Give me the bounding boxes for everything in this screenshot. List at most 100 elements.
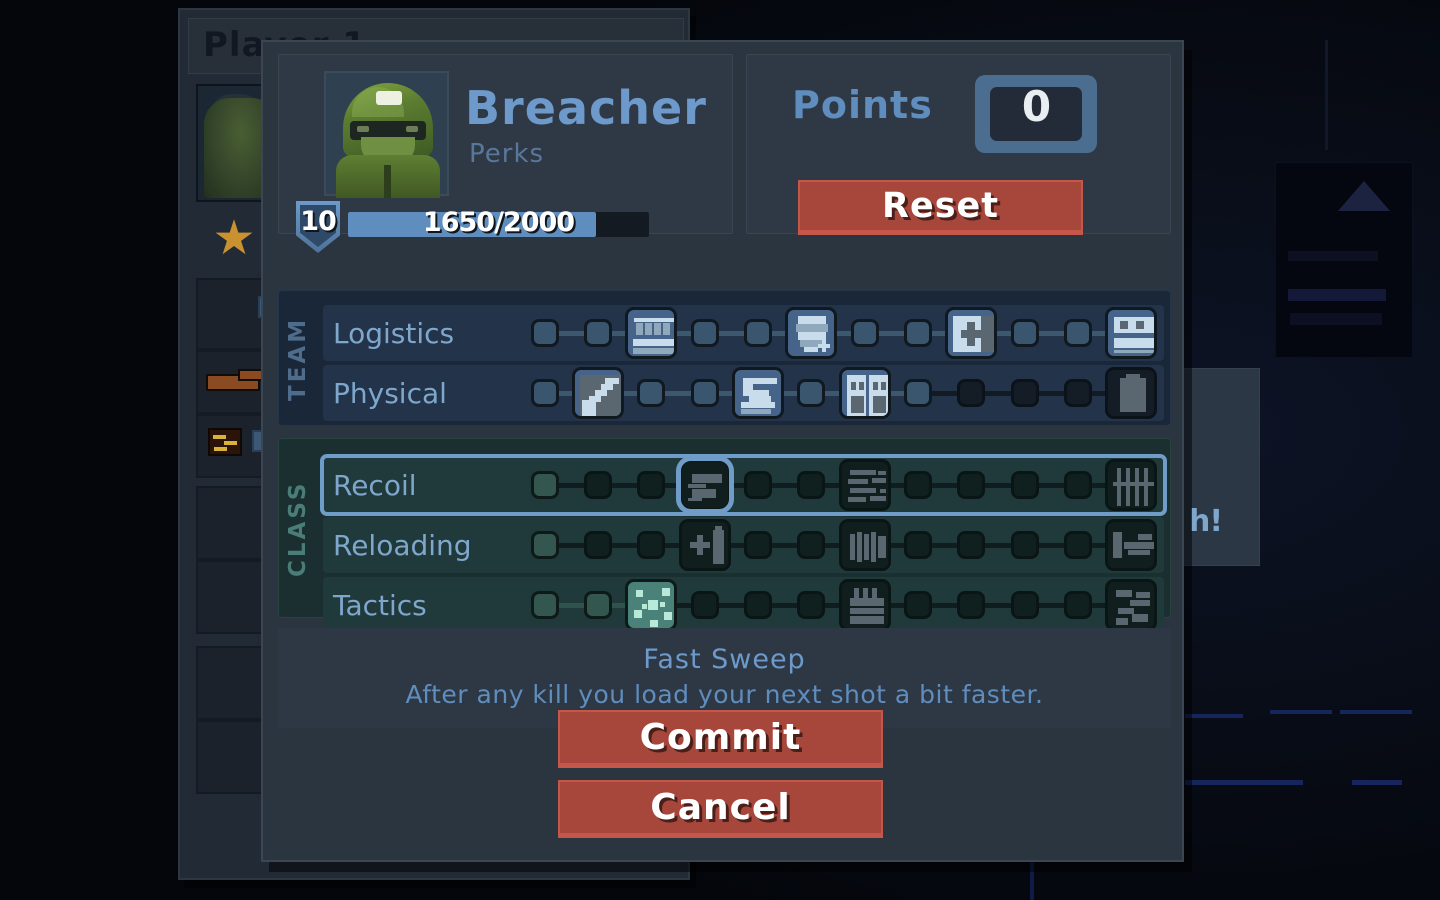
perk-icon-shield-knife[interactable] bbox=[572, 367, 624, 419]
perk-node[interactable] bbox=[850, 319, 879, 347]
perk-node[interactable] bbox=[584, 531, 612, 559]
perk-row-logistics[interactable]: Logistics bbox=[323, 305, 1164, 361]
perk-node[interactable] bbox=[1064, 471, 1092, 499]
perk-node[interactable] bbox=[1010, 591, 1039, 619]
perk-node[interactable] bbox=[530, 319, 559, 347]
level-value: 10 bbox=[300, 206, 337, 237]
perk-node[interactable] bbox=[584, 319, 612, 347]
perk-icon-scatter[interactable] bbox=[625, 579, 678, 631]
reset-button-label: Reset bbox=[882, 186, 999, 226]
class-group-label: CLASS bbox=[285, 480, 311, 578]
perk-node[interactable] bbox=[797, 471, 826, 499]
perk-node[interactable] bbox=[637, 379, 666, 407]
perk-icon-doors[interactable] bbox=[838, 367, 891, 419]
perk-row-recoil[interactable]: Recoil bbox=[320, 454, 1167, 516]
perk-description-title: Fast Sweep bbox=[643, 644, 806, 675]
cancel-button[interactable]: Cancel bbox=[558, 780, 883, 838]
perk-icon-grenade-pack[interactable] bbox=[838, 579, 891, 631]
perk-node[interactable] bbox=[637, 531, 666, 559]
perk-node[interactable] bbox=[1010, 471, 1039, 499]
perk-node[interactable] bbox=[690, 319, 719, 347]
perk-icon-armor-plus[interactable] bbox=[785, 307, 838, 359]
doors-icon bbox=[842, 370, 888, 416]
perk-row-reloading[interactable]: Reloading bbox=[323, 517, 1164, 573]
team-perk-group: TEAM Logistics Physical bbox=[278, 290, 1171, 426]
perk-node[interactable] bbox=[744, 319, 772, 347]
backpack-icon bbox=[1108, 370, 1154, 416]
grenade-pack-icon bbox=[842, 582, 888, 628]
perk-node[interactable] bbox=[957, 531, 986, 559]
perk-row-label: Reloading bbox=[333, 528, 472, 562]
perk-node[interactable] bbox=[904, 591, 932, 619]
shield-knife-icon bbox=[575, 370, 621, 416]
perk-icon-sprint[interactable] bbox=[732, 367, 784, 419]
perk-node[interactable] bbox=[1010, 319, 1039, 347]
perk-icon-radio[interactable] bbox=[1105, 307, 1158, 359]
perk-node[interactable] bbox=[690, 591, 719, 619]
bg-poster-line bbox=[1290, 313, 1382, 325]
perk-node[interactable] bbox=[904, 319, 932, 347]
reset-button[interactable]: Reset bbox=[798, 180, 1083, 235]
commit-button[interactable]: Commit bbox=[558, 710, 883, 768]
bg-pole bbox=[1325, 40, 1328, 150]
perk-node[interactable] bbox=[637, 471, 666, 499]
perk-icon-fast-reload[interactable] bbox=[1105, 519, 1158, 571]
perk-icon-mag-plus[interactable] bbox=[678, 519, 731, 571]
class-perk-group: CLASS Recoil Reloading Tactics bbox=[278, 438, 1171, 633]
scatter-icon bbox=[628, 582, 674, 628]
perk-node[interactable] bbox=[530, 471, 559, 499]
perk-node[interactable] bbox=[957, 379, 986, 407]
perk-icon-recoil-kick[interactable] bbox=[675, 456, 734, 514]
perk-node[interactable] bbox=[904, 531, 932, 559]
bg-neon-line bbox=[1352, 780, 1402, 785]
xp-bar-text: 1650/2000 bbox=[422, 207, 575, 238]
perk-node[interactable] bbox=[744, 591, 772, 619]
perk-icon-deflect[interactable] bbox=[1105, 579, 1158, 631]
perk-icon-spread[interactable] bbox=[838, 459, 891, 511]
perk-icon-shells[interactable] bbox=[838, 519, 891, 571]
perk-node[interactable] bbox=[584, 591, 612, 619]
perk-node[interactable] bbox=[744, 531, 772, 559]
team-group-label: TEAM bbox=[285, 316, 311, 402]
perk-row-tactics[interactable]: Tactics bbox=[323, 577, 1164, 633]
perk-node[interactable] bbox=[530, 531, 559, 559]
perk-icon-ammo-crate[interactable] bbox=[625, 307, 678, 359]
perk-track bbox=[518, 517, 1158, 573]
points-label: Points bbox=[792, 83, 933, 127]
perk-node[interactable] bbox=[530, 591, 559, 619]
bg-neon-line bbox=[1270, 710, 1332, 714]
perk-node[interactable] bbox=[797, 531, 826, 559]
perk-node[interactable] bbox=[744, 471, 772, 499]
perk-row-physical[interactable]: Physical bbox=[323, 365, 1164, 421]
perk-track bbox=[518, 365, 1158, 421]
perk-node[interactable] bbox=[957, 591, 986, 619]
perk-node[interactable] bbox=[1064, 531, 1092, 559]
perk-node[interactable] bbox=[1010, 379, 1039, 407]
perk-node[interactable] bbox=[1064, 319, 1092, 347]
perk-node[interactable] bbox=[530, 379, 559, 407]
rake-icon bbox=[1108, 462, 1155, 508]
perk-icon-medkit[interactable] bbox=[945, 307, 998, 359]
perk-row-label: Logistics bbox=[333, 316, 455, 350]
perk-node[interactable] bbox=[904, 471, 932, 499]
perk-track bbox=[518, 577, 1158, 633]
perk-node[interactable] bbox=[797, 379, 826, 407]
perk-node[interactable] bbox=[904, 379, 932, 407]
perk-node[interactable] bbox=[1010, 531, 1039, 559]
bg-neon-line bbox=[1340, 710, 1412, 714]
perk-node[interactable] bbox=[1064, 591, 1092, 619]
perk-node[interactable] bbox=[957, 471, 986, 499]
perk-node[interactable] bbox=[1064, 379, 1092, 407]
bg-sign-text: h! bbox=[1189, 504, 1223, 539]
perk-node[interactable] bbox=[584, 471, 612, 499]
perk-row-label: Recoil bbox=[333, 468, 417, 502]
cancel-button-label: Cancel bbox=[650, 787, 791, 828]
perk-icon-backpack[interactable] bbox=[1105, 367, 1158, 419]
bg-sign-panel: h! bbox=[1182, 368, 1260, 566]
medkit-icon bbox=[948, 310, 995, 356]
perk-track bbox=[518, 305, 1158, 361]
bg-warning-triangle bbox=[1338, 181, 1390, 211]
perk-node[interactable] bbox=[690, 379, 719, 407]
perk-icon-rake[interactable] bbox=[1105, 459, 1158, 511]
perk-node[interactable] bbox=[797, 591, 826, 619]
